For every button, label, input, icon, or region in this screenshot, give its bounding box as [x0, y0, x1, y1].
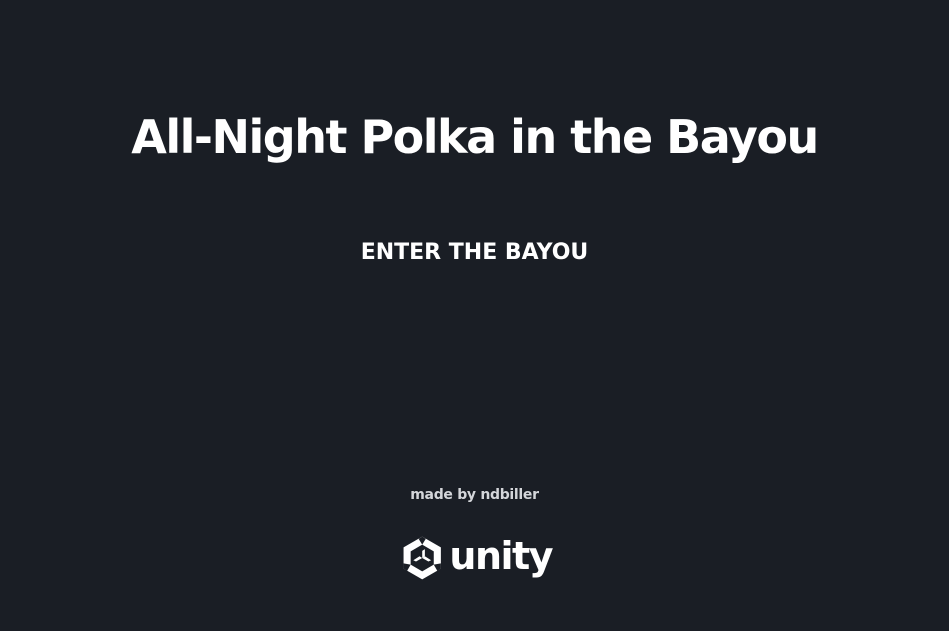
- credit-text: made by ndbiller: [410, 487, 539, 503]
- unity-wordmark: unity: [449, 534, 553, 578]
- unity-cube-icon: [403, 536, 441, 580]
- unity-logo: unity: [400, 528, 553, 588]
- enter-the-bayou-button[interactable]: ENTER THE BAYOU: [355, 236, 595, 270]
- game-title: All-Night Polka in the Bayou: [131, 110, 819, 164]
